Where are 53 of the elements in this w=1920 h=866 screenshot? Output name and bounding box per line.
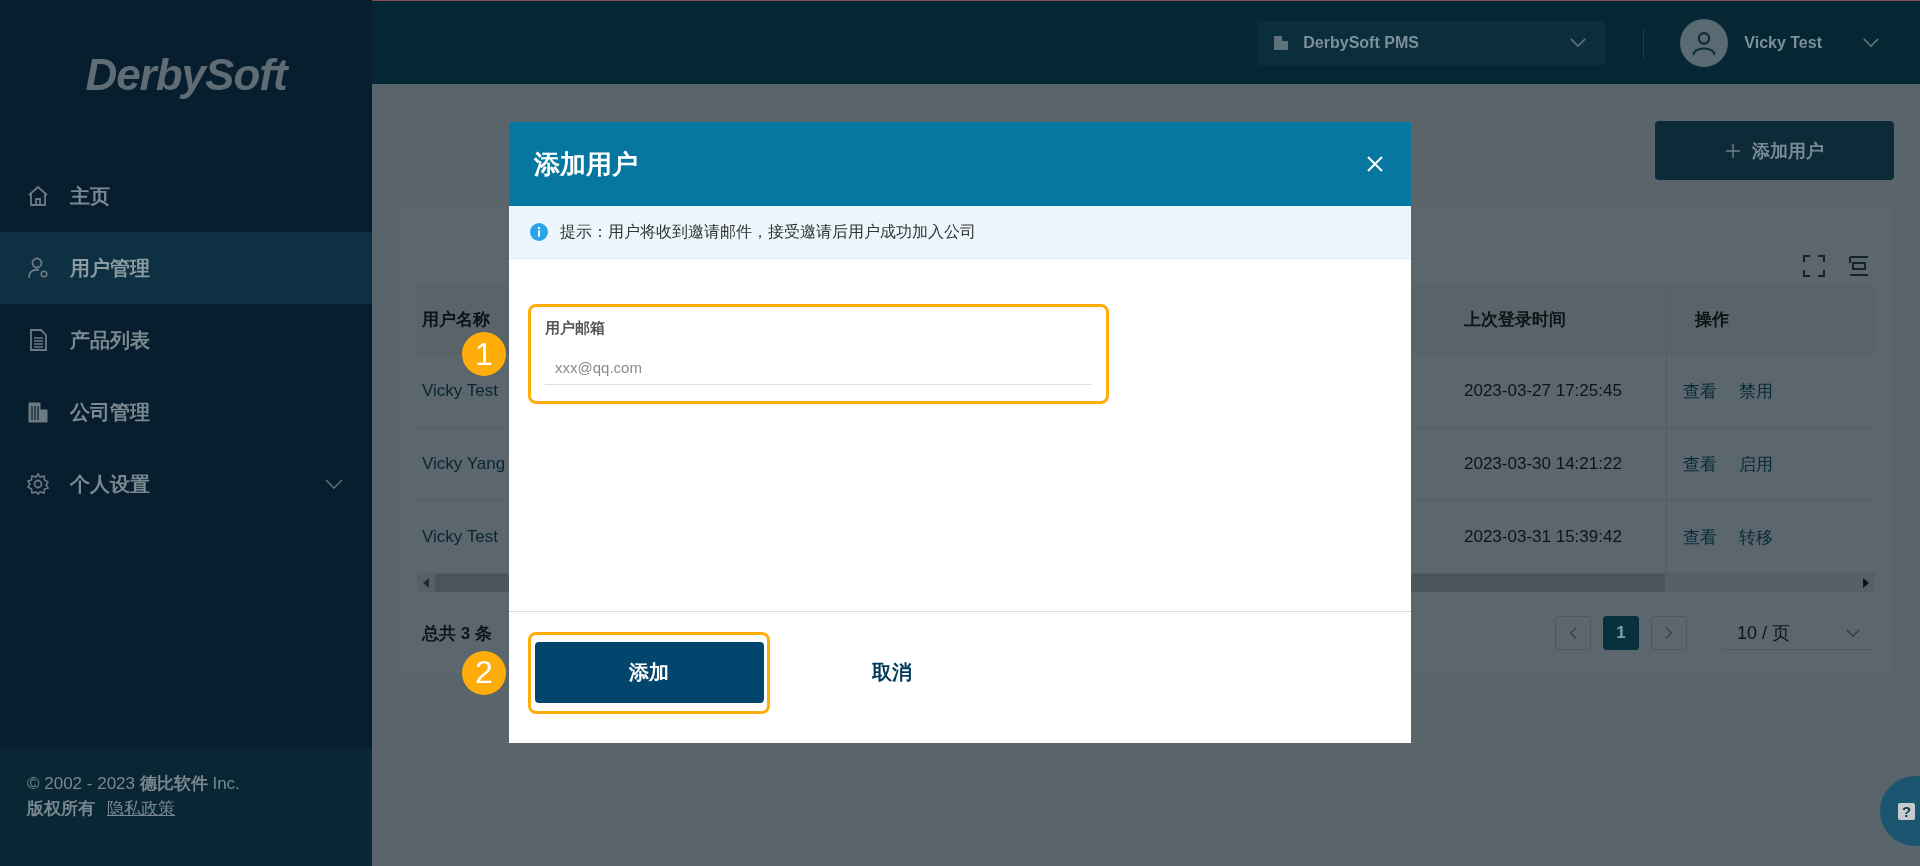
table-cell: 2023-03-30 14:21:22: [1464, 454, 1622, 474]
add-button[interactable]: 添加: [534, 642, 764, 703]
gear-icon: [26, 472, 50, 496]
chevron-left-icon: [1569, 626, 1577, 640]
fullscreen-icon[interactable]: [1803, 255, 1825, 277]
chevron-icon[interactable]: [1862, 37, 1880, 48]
column-header: 操作: [1695, 308, 1729, 331]
dialog-title: 添加用户: [534, 147, 638, 181]
chevron-icon: [324, 478, 344, 490]
building-icon: [1273, 34, 1290, 51]
chevron-right-icon: [1665, 626, 1673, 640]
row-action-link[interactable]: 启用: [1739, 452, 1773, 476]
company-select[interactable]: DerbySoft PMS: [1257, 20, 1606, 65]
user-gear-icon: [26, 256, 50, 280]
table-cell: 2023-03-27 17:25:45: [1464, 381, 1622, 401]
column-settings-icon[interactable]: [1847, 255, 1871, 277]
scroll-left-icon[interactable]: [423, 578, 429, 588]
sidebar-item[interactable]: 产品列表: [0, 304, 372, 376]
total-count: 总共 3 条: [422, 622, 492, 645]
help-button[interactable]: ?: [1880, 776, 1920, 846]
user-name[interactable]: Vicky Test: [1744, 33, 1822, 52]
sidebar-item[interactable]: 个人设置: [0, 448, 372, 520]
row-action-link[interactable]: 查看: [1683, 452, 1717, 476]
notice-text: 提示：用户将收到邀请邮件，接受邀请后用户成功加入公司: [560, 221, 976, 242]
row-action-link[interactable]: 禁用: [1739, 379, 1773, 403]
cancel-button[interactable]: 取消: [866, 658, 918, 687]
plus-icon: [1725, 143, 1740, 158]
row-action-link[interactable]: 查看: [1683, 525, 1717, 549]
user-name-link[interactable]: Vicky Test: [422, 381, 498, 401]
sidebar-item[interactable]: 主页: [0, 160, 372, 232]
row-action-link[interactable]: 查看: [1683, 379, 1717, 403]
table-cell: 2023-03-31 15:39:42: [1464, 527, 1622, 547]
page-button[interactable]: 1: [1603, 616, 1639, 650]
user-name-link[interactable]: Vicky Yang: [422, 454, 506, 474]
add-user-button[interactable]: 添加用户: [1655, 121, 1894, 180]
scroll-right-icon[interactable]: [1863, 578, 1869, 588]
chevron-icon: [1845, 627, 1861, 638]
user-name-link[interactable]: Vicky Test: [422, 527, 498, 547]
building-icon: [26, 400, 50, 424]
privacy-link[interactable]: 隐私政策: [107, 796, 175, 821]
chevron-icon: [1569, 37, 1588, 48]
copyright-text: © 2002 - 2023 德比软件 Inc.: [27, 773, 241, 795]
page-size-select[interactable]: 10 / 页: [1723, 616, 1871, 650]
rights-text: 版权所有: [27, 798, 95, 820]
sidebar-item[interactable]: 用户管理: [0, 232, 372, 304]
row-action-link[interactable]: 转移: [1739, 525, 1773, 549]
close-icon[interactable]: [1367, 156, 1383, 172]
sidebar-item[interactable]: 公司管理: [0, 376, 372, 448]
home-icon: [26, 184, 50, 208]
logo: DerbySoft: [85, 50, 287, 100]
info-icon: [530, 223, 548, 241]
column-header: 用户名称: [422, 308, 490, 331]
column-header: 上次登录时间: [1464, 308, 1566, 331]
